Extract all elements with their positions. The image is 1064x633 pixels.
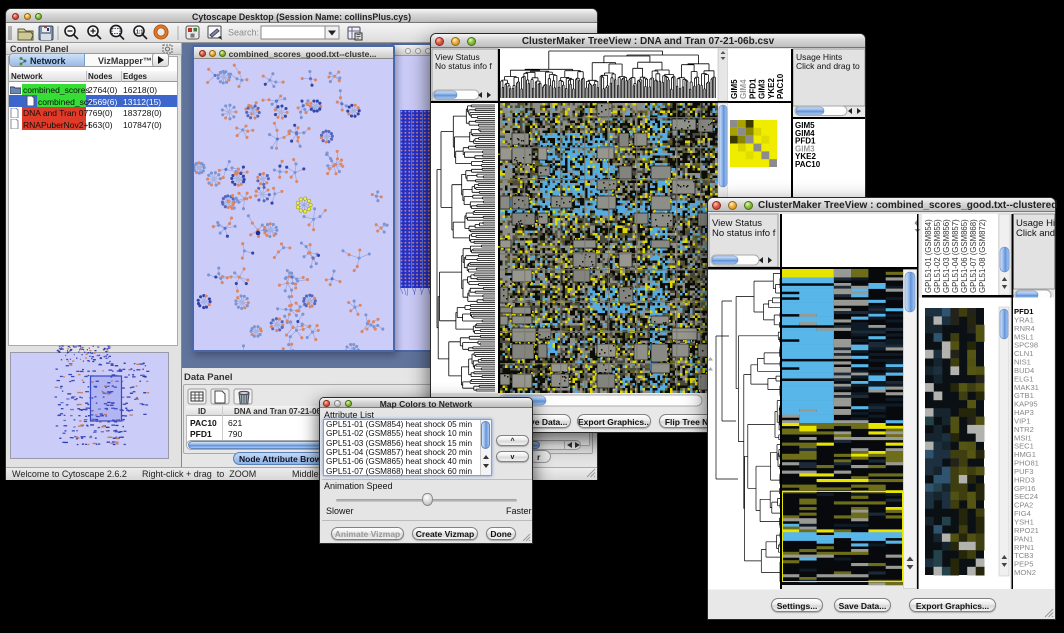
svg-text:1:1: 1:1 xyxy=(136,30,143,36)
svg-text:GPL51-03 (GSM856): GPL51-03 (GSM856) xyxy=(942,219,951,293)
svg-text:Search:: Search: xyxy=(228,28,259,38)
svg-text:GPL51-07 (GSM868): GPL51-07 (GSM868) xyxy=(969,219,978,293)
svg-text:GIM4: GIM4 xyxy=(739,79,748,99)
svg-text:No status info f: No status info f xyxy=(712,228,776,239)
svg-text:No status info f: No status info f xyxy=(435,61,492,71)
svg-text:GIM5: GIM5 xyxy=(730,79,739,99)
svg-text:Click and: Click and xyxy=(1016,228,1055,239)
svg-text:GPL51-08 (GSM872): GPL51-08 (GSM872) xyxy=(978,219,987,293)
svg-text:GIM3: GIM3 xyxy=(758,79,767,99)
svg-text:GPL51-04 (GSM857): GPL51-04 (GSM857) xyxy=(951,219,960,293)
svg-text:GPL51-01 (GSM854): GPL51-01 (GSM854) xyxy=(924,219,933,293)
svg-text:PFD1: PFD1 xyxy=(748,78,757,99)
svg-text:Click and drag to: Click and drag to xyxy=(796,61,860,71)
svg-text:PAC10: PAC10 xyxy=(776,73,785,99)
svg-text:YKE2: YKE2 xyxy=(767,78,776,99)
svg-text:MON2: MON2 xyxy=(1014,568,1036,577)
svg-text:PAC10: PAC10 xyxy=(795,160,821,169)
svg-text:GPL51-06 (GSM865): GPL51-06 (GSM865) xyxy=(960,219,969,293)
svg-text:GPL51-02 (GSM855): GPL51-02 (GSM855) xyxy=(933,219,942,293)
